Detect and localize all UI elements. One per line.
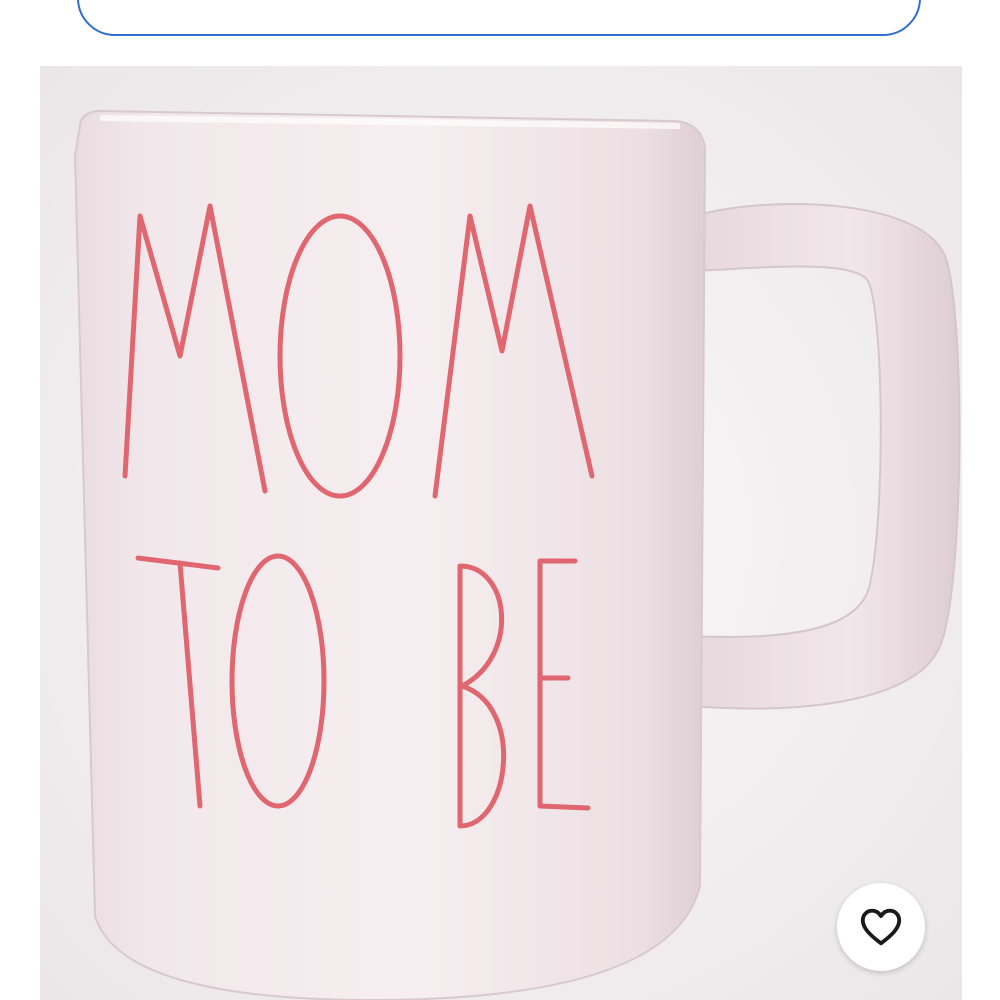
- mug-illustration: [40, 66, 962, 1000]
- product-photo[interactable]: [40, 66, 962, 1000]
- mug-body: [73, 109, 707, 1000]
- heart-outline-icon: [860, 908, 902, 946]
- search-input[interactable]: [77, 0, 921, 36]
- favorite-button[interactable]: [837, 883, 925, 971]
- listing-page: [0, 0, 1000, 1000]
